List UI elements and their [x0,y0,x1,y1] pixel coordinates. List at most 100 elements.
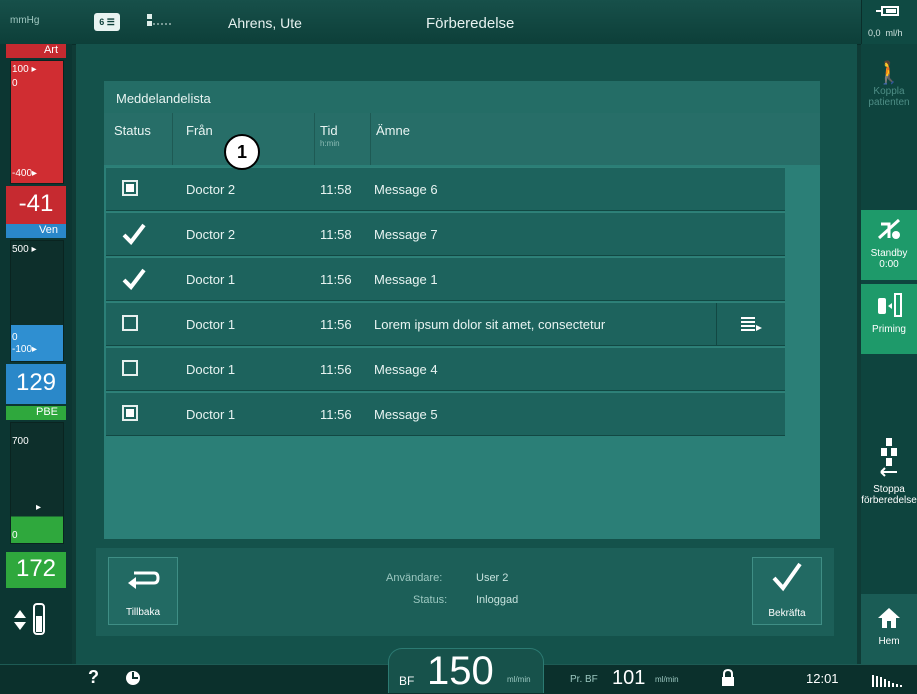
connect-patient-label: Koppla patienten [868,86,910,108]
message-row[interactable]: Doctor 2 11:58 Message 7 [106,212,785,256]
confirm-label: Bekräfta [768,608,806,619]
signal-icon[interactable] [872,671,908,690]
message-row[interactable]: Doctor 1 11:56 Message 1 [106,257,785,301]
message-subject: Message 4 [374,362,438,377]
checkmark-icon [753,562,821,603]
column-status[interactable]: Status [114,123,151,138]
bf-value: 150 [427,649,494,693]
priming-icon [861,292,917,324]
pressure-column: Art 100 ▸ 0 -400▸ -41 Ven 500 ▸ 0 -100▸ … [0,44,72,664]
column-divider [314,113,315,165]
back-button[interactable]: Tillbaka [108,557,178,625]
column-time[interactable]: Tid h:min [320,123,340,148]
message-row[interactable]: Doctor 2 11:58 Message 6 [106,167,785,211]
priming-button[interactable]: Priming [861,284,917,354]
message-time: 11:56 [320,272,352,287]
message-subject: Message 1 [374,272,438,287]
message-time: 11:56 [320,362,352,377]
user-label: Användare: [386,572,443,584]
heparin-flow-value: 0,0 [868,28,881,38]
user-value: User 2 [476,572,509,584]
walking-person-icon: 🚶 [875,60,903,85]
checkmark-icon [122,223,146,246]
card-label: 6 [99,17,105,27]
home-label: Hem [878,636,900,647]
back-label: Tillbaka [125,607,161,618]
expand-message-icon[interactable] [716,303,786,345]
read-checkbox-icon [122,315,140,333]
callout-marker: 1 [224,134,260,170]
standby-label: Standby [870,248,908,259]
message-from: Doctor 2 [186,227,236,242]
message-from: Doctor 1 [186,272,236,287]
standby-icon [861,216,917,248]
pbe-label: PBE [6,406,66,420]
message-from: Doctor 2 [186,182,236,197]
venous-scale-top: 500 ▸ [12,244,37,255]
dialog-footer: Tillbaka Användare: User 2 Status: Inlog… [96,548,834,636]
patient-card-icon[interactable]: 6 ☰ [94,13,120,31]
heparin-status[interactable]: 0,0 ml/h [861,0,917,44]
message-row[interactable]: Doctor 1 11:56 Lorem ipsum dolor sit amet,… [106,302,785,346]
pbe-scale-mid: 0 [12,530,18,541]
home-icon [861,606,917,636]
heparin-flow-unit: ml/h [885,28,903,38]
message-from: Doctor 1 [186,362,236,377]
arterial-scale-low: -400▸ [12,168,38,179]
column-time-unit: h:min [320,139,340,148]
message-from: Doctor 1 [186,407,236,422]
prbf-label: Pr. BF [570,674,598,685]
blood-flow-display[interactable]: BF 150 ml/min [388,648,544,693]
message-subject: Message 5 [374,407,438,422]
message-subject: Message 7 [374,227,438,242]
status-label: Status: [413,594,448,606]
column-subject[interactable]: Ämne [376,123,410,138]
pressure-limits-icon[interactable] [8,596,64,642]
clock: 12:01 [806,671,839,686]
venous-scale-mid: 0 [12,332,18,343]
column-from[interactable]: Från [186,123,213,138]
bf-unit: ml/min [507,675,531,684]
priming-label: Priming [872,324,906,335]
confirm-button[interactable]: Bekräfta [752,557,822,625]
message-time: 11:56 [320,317,352,332]
column-time-label: Tid [320,123,338,138]
unread-checkbox-icon [122,405,140,423]
home-button[interactable]: Hem [861,594,917,664]
arterial-label: Art [6,44,66,58]
prbf-unit: ml/min [655,675,679,684]
standby-button[interactable]: Standby 0:00 [861,210,917,280]
top-bar: mmHg 6 ☰ Ahrens, Ute Förberedelse 0,0 ml… [0,0,917,45]
stop-preparation-label: Stoppa förberedelse [861,484,917,506]
network-icon[interactable] [145,12,175,32]
message-row[interactable]: Doctor 1 11:56 Message 5 [106,392,785,436]
lock-icon[interactable] [720,668,736,690]
message-list-title-bar: Meddelandelista [104,81,820,114]
message-row[interactable]: Doctor 1 11:56 Message 4 [106,347,785,391]
stop-preparation-icon [861,438,917,484]
message-subject: Lorem ipsum dolor sit amet, consectetur [374,317,606,332]
message-list-title: Meddelandelista [116,91,211,106]
message-time: 11:58 [320,227,352,242]
column-divider [370,113,371,165]
message-subject: Message 6 [374,182,438,197]
pbe-scale-low: ▸ [36,502,42,513]
back-arrow-icon [109,562,177,602]
message-from: Doctor 1 [186,317,236,332]
arterial-scale-mid: 0 [12,78,18,89]
stop-preparation-button[interactable]: Stoppa förberedelse [861,438,917,506]
patient-name: Ahrens, Ute [228,15,302,31]
help-icon[interactable]: ? [88,667,99,688]
arterial-bar [10,60,64,184]
bf-label: BF [399,674,415,688]
status-value: Inloggad [476,594,519,606]
pbe-value: 172 [6,552,66,588]
arterial-scale-top: 100 ▸ [12,64,37,75]
timer-icon[interactable] [124,669,142,690]
right-button-column: 🚶 Koppla patienten Standby 0:00 Priming … [861,44,917,664]
venous-label: Ven [6,224,66,238]
connect-patient-button[interactable]: 🚶 Koppla patienten [861,60,917,108]
arterial-value: -41 [6,186,66,224]
read-checkbox-icon [122,360,140,378]
column-divider [172,113,173,165]
